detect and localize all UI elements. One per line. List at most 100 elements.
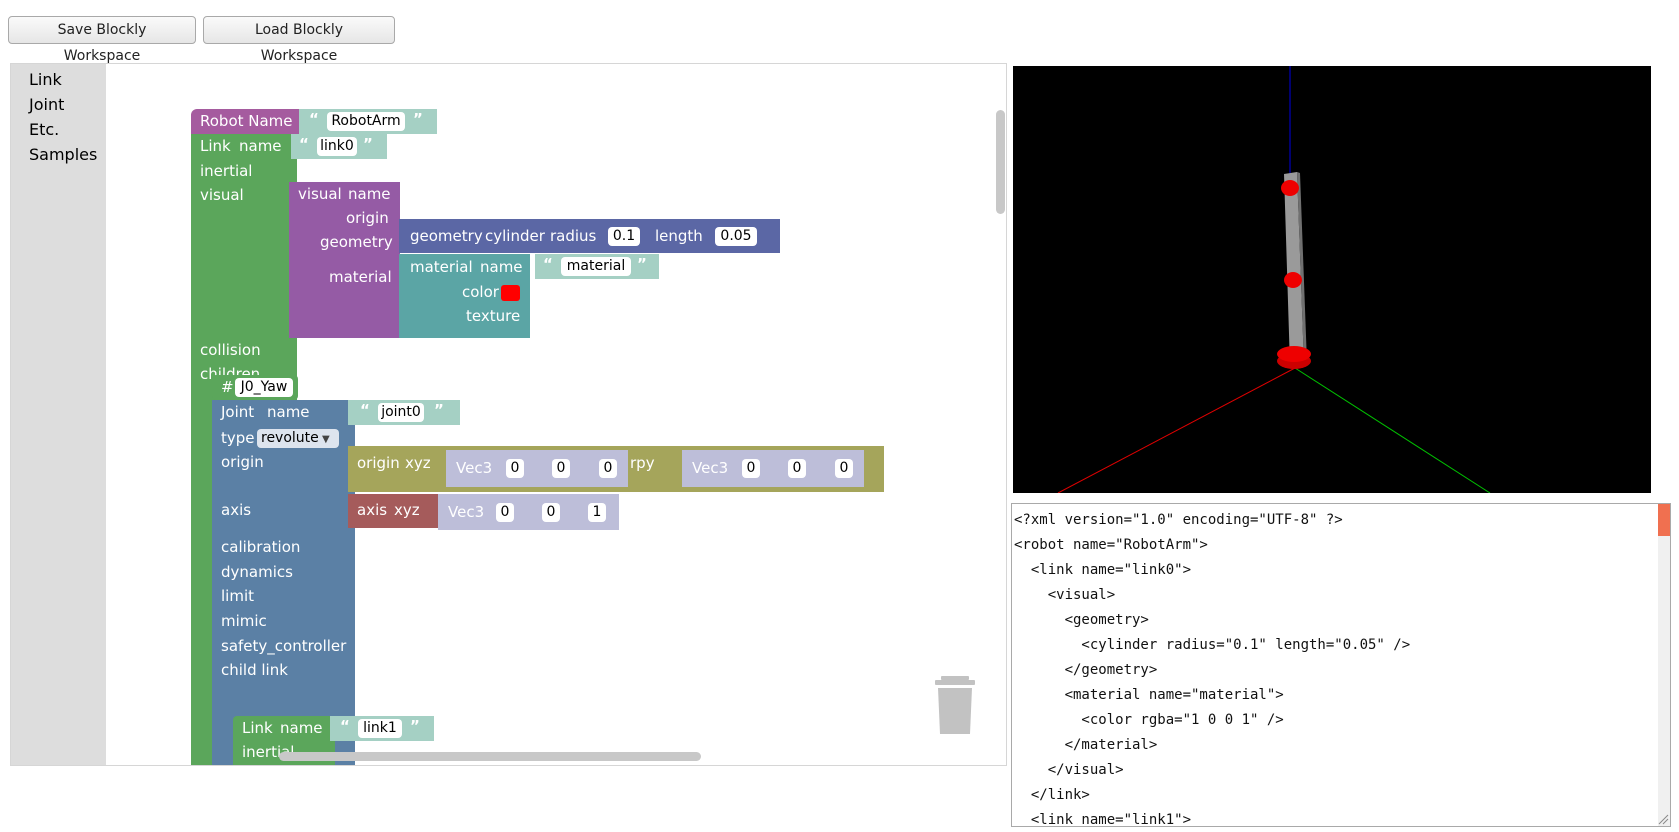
axis-xyz-label: xyz: [394, 501, 420, 519]
joint0-joint-label: Joint: [221, 403, 255, 421]
rpy-y-field[interactable]: 0: [835, 459, 853, 478]
joint0-name-string-block[interactable]: “ joint0 ”: [348, 400, 460, 425]
blockly-workspace[interactable]: Link Joint Etc. Samples Robot Name “ Rob…: [10, 63, 1007, 766]
axis-y-field[interactable]: 0: [542, 503, 560, 522]
material-block[interactable]: material name color texture: [399, 254, 530, 338]
link0-link-label: Link: [200, 137, 231, 155]
link1-name-label: name: [280, 719, 323, 737]
load-workspace-button[interactable]: Load Blockly Workspace: [203, 16, 395, 64]
origin-z-field[interactable]: 0: [599, 459, 617, 478]
visual-visual-label: visual: [298, 185, 342, 203]
origin-label: origin: [357, 454, 400, 472]
material-name-field[interactable]: material: [561, 257, 631, 276]
origin-x-field[interactable]: 0: [506, 459, 524, 478]
joint0-calibration-label: calibration: [221, 538, 301, 556]
axis-x-field[interactable]: 0: [496, 503, 514, 522]
robot-3d-scene: [1057, 66, 1491, 493]
workspace-vertical-scrollbar[interactable]: [996, 110, 1005, 214]
joint0-safety-controller-label: safety_controller: [221, 637, 347, 655]
toolbox-category-link[interactable]: Link: [29, 70, 62, 89]
geometry-shape-label: cylinder: [485, 227, 545, 245]
joint0-child-link-label: child link: [221, 661, 288, 679]
code-line: <visual>: [1014, 587, 1116, 603]
code-line: </material>: [1014, 737, 1158, 753]
joint-reference-block[interactable]: # J0_Yaw: [212, 375, 298, 400]
toolbox-category-joint[interactable]: Joint: [29, 95, 64, 114]
link1-name-field[interactable]: link1: [358, 719, 402, 738]
open-quote-icon: “: [360, 401, 370, 419]
material-name-label: name: [480, 258, 523, 276]
open-quote-icon: “: [340, 717, 350, 735]
joint-reference-hash: #: [221, 378, 234, 396]
link0-name-string-block[interactable]: “ link0 ”: [291, 134, 387, 159]
robot-name-label: Robot Name: [200, 112, 293, 130]
block-canvas[interactable]: Robot Name “ RobotArm ” Link name inerti…: [106, 64, 1006, 765]
joint0-limit-label: limit: [221, 587, 254, 605]
code-line: <?xml version="1.0" encoding="UTF-8" ?>: [1014, 512, 1343, 528]
vec3-label: Vec3: [692, 459, 729, 477]
y-axis-line: [1294, 367, 1491, 493]
chevron-down-icon: ▼: [318, 434, 330, 445]
code-line: <cylinder radius="0.1" length="0.05" />: [1014, 637, 1411, 653]
origin-y-field[interactable]: 0: [552, 459, 570, 478]
code-line: <link name="link1">: [1014, 812, 1192, 827]
robot-joint-marker: [1281, 180, 1299, 196]
rpy-r-field[interactable]: 0: [742, 459, 760, 478]
material-color-label: color: [462, 283, 499, 301]
link0-name-field[interactable]: link0: [317, 137, 357, 156]
close-quote-icon: ”: [410, 717, 420, 735]
code-scrollbar-track[interactable]: [1658, 504, 1670, 826]
joint-reference-field[interactable]: J0_Yaw: [235, 378, 293, 397]
open-quote-icon: “: [299, 135, 309, 153]
rpy-p-field[interactable]: 0: [788, 459, 806, 478]
geometry-block[interactable]: geometry cylinder radius 0.1 length 0.05: [399, 219, 780, 253]
visual-name-label: name: [348, 185, 391, 203]
joint0-origin-label: origin: [221, 453, 264, 471]
geometry-radius-field[interactable]: 0.1: [608, 227, 640, 246]
resize-handle-icon[interactable]: [1657, 813, 1669, 825]
joint0-name-field[interactable]: joint0: [378, 403, 424, 422]
close-quote-icon: ”: [363, 135, 373, 153]
save-workspace-button[interactable]: Save Blockly Workspace: [8, 16, 196, 64]
link1-name-string-block[interactable]: “ link1 ”: [330, 716, 434, 741]
toolbox-category-etc[interactable]: Etc.: [29, 120, 59, 139]
joint0-name-label: name: [267, 403, 310, 421]
workspace-horizontal-scrollbar[interactable]: [279, 752, 701, 761]
origin-xyz-vec3-block[interactable]: Vec3 0 0 0: [446, 450, 628, 487]
robot-name-block[interactable]: Robot Name: [191, 109, 307, 134]
code-line: <link name="link0">: [1014, 562, 1192, 578]
toolbox-category-samples[interactable]: Samples: [29, 145, 97, 164]
material-texture-label: texture: [466, 307, 521, 325]
robot-name-field[interactable]: RobotArm: [327, 112, 405, 131]
urdf-code-lines: <?xml version="1.0" encoding="UTF-8" ?> <…: [1014, 508, 1411, 827]
joint0-block[interactable]: Joint name type revolute ▼ origin axis c…: [212, 400, 355, 765]
link0-collision-label: collision: [200, 341, 261, 359]
axis-block[interactable]: axis xyz: [348, 494, 438, 528]
joint0-type-value: revolute: [261, 430, 319, 446]
code-line: </visual>: [1014, 762, 1124, 778]
material-color-swatch[interactable]: [501, 285, 520, 301]
urdf-output-textarea[interactable]: <?xml version="1.0" encoding="UTF-8" ?> <…: [1011, 503, 1671, 827]
close-quote-icon: ”: [434, 401, 444, 419]
link0-inertial-label: inertial: [200, 162, 253, 180]
code-line: <material name="material">: [1014, 687, 1284, 703]
toolbox: Link Joint Etc. Samples: [11, 64, 106, 765]
x-axis-line: [1057, 367, 1296, 493]
trash-icon[interactable]: [935, 676, 975, 734]
axis-xyz-vec3-block[interactable]: Vec3 0 0 1: [438, 494, 619, 530]
robot-name-string-block[interactable]: “ RobotArm ”: [299, 109, 437, 134]
vec3-label: Vec3: [456, 459, 493, 477]
geometry-length-label: length: [655, 227, 703, 245]
geometry-length-field[interactable]: 0.05: [715, 227, 757, 246]
robot-3d-viewer[interactable]: [1013, 66, 1651, 493]
code-scrollbar-thumb[interactable]: [1658, 504, 1670, 536]
joint0-dynamics-label: dynamics: [221, 563, 293, 581]
joint0-type-dropdown[interactable]: revolute ▼: [257, 429, 339, 448]
visual-block[interactable]: visual name origin geometry material: [289, 182, 400, 338]
origin-rpy-vec3-block[interactable]: Vec3 0 0 0: [682, 450, 864, 487]
link0-visual-label: visual: [200, 186, 244, 204]
code-line: <robot name="RobotArm">: [1014, 537, 1208, 553]
axis-z-field[interactable]: 1: [588, 503, 606, 522]
material-name-string-block[interactable]: “ material ”: [535, 254, 659, 279]
robot-base-marker-top: [1277, 346, 1311, 362]
